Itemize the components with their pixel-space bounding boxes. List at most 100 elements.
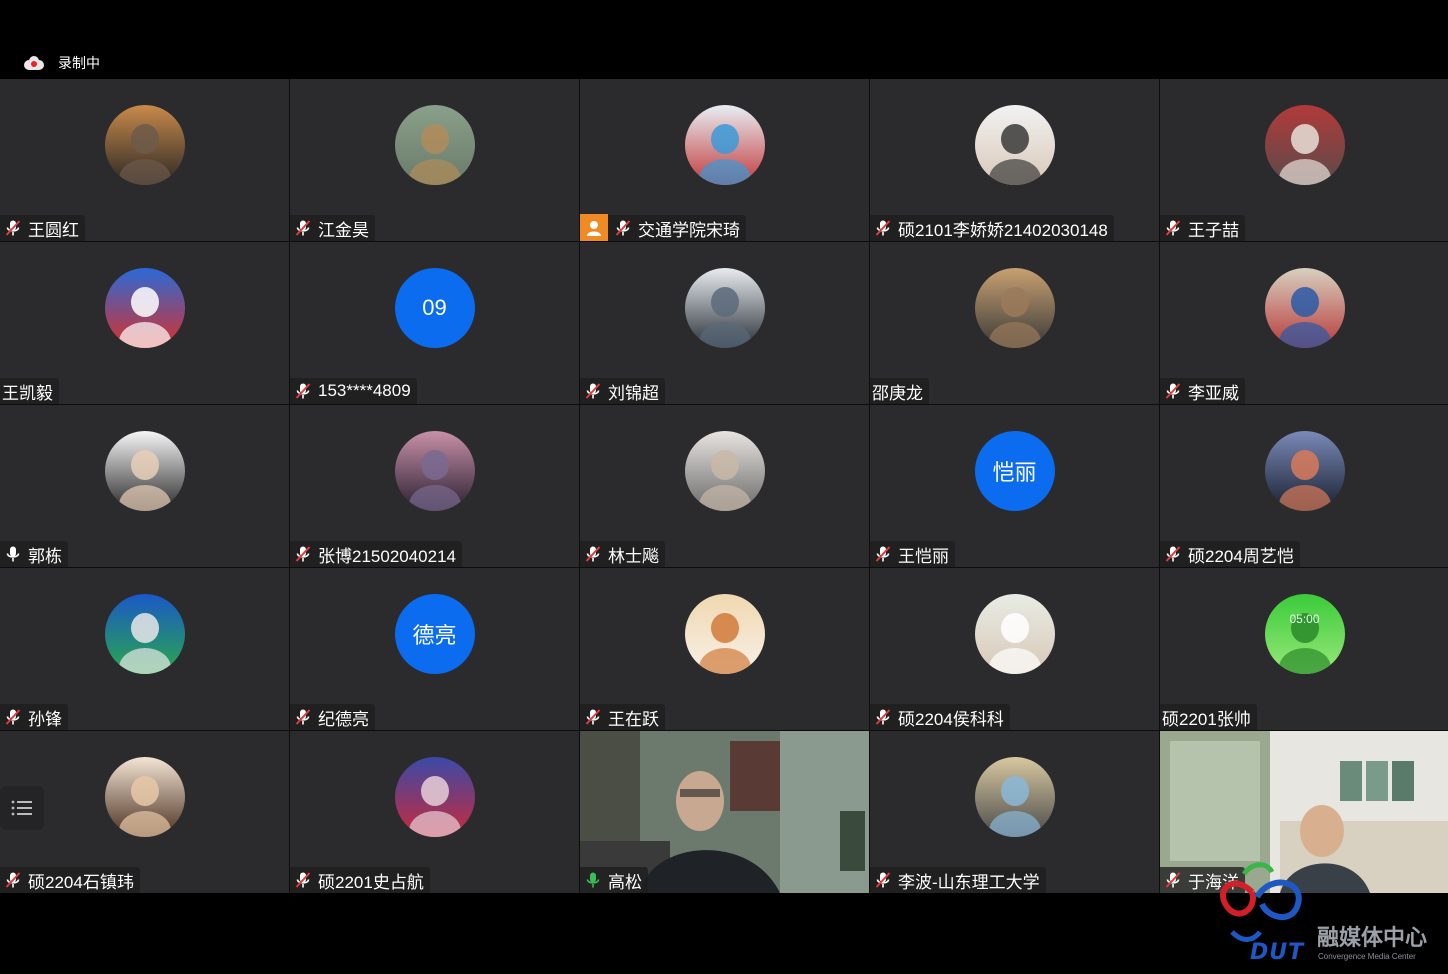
participant-tile[interactable]: 王凯毅 <box>0 242 289 404</box>
avatar-initials: 德亮 <box>394 594 475 674</box>
mic-muted-icon <box>874 219 898 237</box>
mic-muted-icon <box>1164 871 1188 889</box>
participant-tile[interactable]: 江金昊 <box>290 79 579 241</box>
mic-muted-icon <box>874 708 898 726</box>
avatar <box>684 431 765 511</box>
participant-name-tag: 王凯毅 <box>0 378 59 404</box>
participant-name-tag: 张博21502040214 <box>290 541 463 567</box>
participant-tile[interactable]: 王圆红 <box>0 79 289 241</box>
participant-tile[interactable]: 李亚威 <box>1160 242 1448 404</box>
avatar <box>684 105 765 185</box>
participant-tile[interactable]: 张博21502040214 <box>290 405 579 567</box>
participant-name: 李亚威 <box>1188 383 1239 403</box>
participant-name: 李波-山东理工大学 <box>898 872 1040 892</box>
recording-label: 录制中 <box>58 55 100 71</box>
mic-muted-icon <box>1164 545 1188 563</box>
participant-name-tag: 江金昊 <box>290 215 375 241</box>
participant-name: 林士飚 <box>608 546 659 566</box>
participant-name-tag: 刘锦超 <box>580 378 665 404</box>
avatar <box>1264 105 1345 185</box>
participant-name-tag: 王子喆 <box>1160 215 1245 241</box>
participant-name: 硕2201史占航 <box>318 872 424 892</box>
participant-name: 硕2201张帅 <box>1162 709 1251 729</box>
mic-muted-icon <box>584 382 608 400</box>
mic-muted-icon <box>294 708 318 726</box>
participant-name: 硕2101李娇娇21402030148 <box>898 220 1108 240</box>
participant-name: 张博21502040214 <box>318 546 457 566</box>
top-bar: 录制中 <box>0 0 1448 78</box>
participant-name: 江金昊 <box>318 220 369 240</box>
participant-tile[interactable]: 林士飚 <box>580 405 869 567</box>
participant-name: 孙锋 <box>28 709 62 729</box>
mic-muted-icon <box>294 545 318 563</box>
mic-muted-icon <box>584 545 608 563</box>
participant-tile[interactable]: 硕2204侯科科 <box>870 568 1159 730</box>
participant-tile[interactable]: 硕2201史占航 <box>290 731 579 893</box>
mic-muted-icon <box>874 545 898 563</box>
participant-tile[interactable]: 李波-山东理工大学 <box>870 731 1159 893</box>
avatar <box>684 594 765 674</box>
participant-name: 交通学院宋琦 <box>638 220 740 240</box>
participant-tile[interactable]: 交通学院宋琦 <box>580 79 869 241</box>
participant-name: 硕2204侯科科 <box>898 709 1004 729</box>
participant-tile[interactable]: 硕2204石镇玮 <box>0 731 289 893</box>
avatar <box>104 757 185 837</box>
logo-title-cn: 融媒体中心 <box>1317 925 1428 950</box>
participant-name-tag: 邵庚龙 <box>870 378 929 404</box>
mic-muted-icon <box>294 219 318 237</box>
participant-name-tag: 王圆红 <box>0 215 85 241</box>
mic-muted-icon <box>1164 219 1188 237</box>
participant-name-tag: 高松 <box>580 867 648 893</box>
participant-name-tag: 王恺丽 <box>870 541 955 567</box>
logo-brand: DUT <box>1250 940 1305 965</box>
participant-name: 硕2204石镇玮 <box>28 872 134 892</box>
participant-tile[interactable]: 王在跃 <box>580 568 869 730</box>
avatar <box>104 594 185 674</box>
avatar <box>394 757 475 837</box>
avatar <box>104 268 185 348</box>
avatar <box>394 105 475 185</box>
mic-muted-icon <box>874 871 898 889</box>
dut-logo: DUT 融媒体中心 Convergence Media Center <box>1212 862 1442 972</box>
host-icon <box>580 214 608 241</box>
participant-name: 王子喆 <box>1188 220 1239 240</box>
avatar <box>974 757 1055 837</box>
dut-emblem-icon <box>1220 862 1302 942</box>
participant-name-tag: 李亚威 <box>1160 378 1245 404</box>
participant-name: 王恺丽 <box>898 546 949 566</box>
participant-tile[interactable]: 05:00 硕2201张帅 <box>1160 568 1448 730</box>
avatar <box>974 594 1055 674</box>
participant-name: 刘锦超 <box>608 383 659 403</box>
participant-tile[interactable]: 硕2204周艺恺 <box>1160 405 1448 567</box>
participant-tile[interactable]: 硕2101李娇娇21402030148 <box>870 79 1159 241</box>
avatar <box>104 431 185 511</box>
participant-name-tag: 孙锋 <box>0 704 68 730</box>
participant-tile[interactable]: 高松 <box>580 731 869 893</box>
mic-muted-icon <box>4 708 28 726</box>
participant-tile[interactable]: 09 153****4809 <box>290 242 579 404</box>
mic-muted-icon <box>614 219 638 237</box>
avatar-overlay-text: 05:00 <box>1289 612 1320 626</box>
participant-tile[interactable]: 刘锦超 <box>580 242 869 404</box>
participant-tile[interactable]: 德亮 纪德亮 <box>290 568 579 730</box>
participant-tile[interactable]: 孙锋 <box>0 568 289 730</box>
list-icon <box>11 800 32 816</box>
participant-name-tag: 硕2101李娇娇21402030148 <box>870 215 1114 241</box>
avatar <box>394 431 475 511</box>
avatar <box>1264 268 1345 348</box>
participant-name: 硕2204周艺恺 <box>1188 546 1294 566</box>
logo-title-en: Convergence Media Center <box>1318 952 1416 961</box>
avatar <box>974 105 1055 185</box>
mic-muted-icon <box>584 708 608 726</box>
participant-tile[interactable]: 邵庚龙 <box>870 242 1159 404</box>
participant-name-tag: 硕2201张帅 <box>1160 704 1257 730</box>
participant-name-tag: 硕2204石镇玮 <box>0 867 140 893</box>
participant-tile[interactable]: 恺丽 王恺丽 <box>870 405 1159 567</box>
recording-indicator[interactable]: 录制中 <box>24 53 100 73</box>
participant-tile[interactable]: 郭栋 <box>0 405 289 567</box>
participant-name-tag: 153****4809 <box>290 378 417 404</box>
participant-tile[interactable]: 王子喆 <box>1160 79 1448 241</box>
participant-name: 王圆红 <box>28 220 79 240</box>
participant-name-tag: 硕2201史占航 <box>290 867 430 893</box>
participant-list-button[interactable] <box>0 786 44 830</box>
